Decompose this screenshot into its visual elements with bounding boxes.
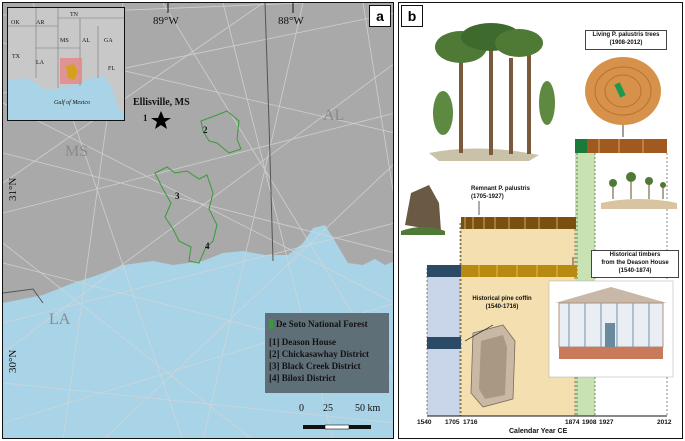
- coffin-label: Historical pine coffin (1540-1716): [467, 295, 537, 313]
- scale-label-25: 25: [323, 403, 333, 414]
- tick-1716: 1716: [463, 419, 478, 426]
- ellisville-star-icon: [151, 111, 171, 129]
- timbers-years: (1540-1874): [618, 268, 652, 274]
- district-number-2: 2: [203, 125, 208, 135]
- panel-a-map: OK AR TN TX LA MS AL GA FL Gulf of Mexic…: [2, 2, 394, 439]
- scale-label-50: 50 km: [355, 403, 381, 414]
- legend-item-1: [1] Deason House: [269, 337, 336, 347]
- living-years: (1908-2012): [609, 40, 643, 46]
- remnant-title: Remnant P. palustris: [471, 186, 530, 192]
- state-label-al: AL: [323, 107, 345, 124]
- seedlings-illustration: [601, 172, 677, 209]
- pine-coffin-illustration: [470, 324, 516, 408]
- legend-item-3: [3] Black Creek District: [269, 361, 361, 371]
- panel-b-timeline: b Living P. palustris trees (1908-2012) …: [398, 2, 683, 439]
- tree-cross-section: [585, 57, 661, 137]
- tick-1874: 1874: [565, 419, 580, 426]
- inset-state-ms: MS: [60, 38, 69, 44]
- inset-state-fl: FL: [108, 66, 116, 72]
- living-title: Living P. palustris trees: [592, 32, 660, 38]
- district-number-3: 3: [175, 191, 180, 201]
- lat-30-label: 30°N: [7, 349, 19, 373]
- legend-item-4: [4] Biloxi District: [269, 373, 336, 383]
- remnant-years: (1705-1927): [471, 194, 504, 200]
- inset-state-ga: GA: [104, 38, 113, 44]
- legend-item-2: [2] Chickasawhay District: [269, 349, 369, 359]
- site-number-1: 1: [143, 113, 148, 123]
- tick-1927: 1927: [599, 419, 614, 426]
- timbers-line2: from the Deason House: [601, 260, 669, 266]
- axis-title: Calendar Year CE: [509, 428, 568, 435]
- coffin-title: Historical pine coffin: [472, 296, 532, 302]
- panel-b-label: b: [401, 5, 423, 27]
- inset-state-al: AL: [82, 38, 90, 44]
- lon-89-label: 89°W: [153, 15, 179, 27]
- district-number-4: 4: [205, 241, 210, 251]
- tick-1705: 1705: [445, 419, 460, 426]
- ellisville-label: Ellisville, MS: [133, 97, 190, 108]
- pine-trees-illustration: [429, 23, 555, 161]
- state-label-la: LA: [49, 311, 71, 328]
- inset-state-ok: OK: [11, 20, 20, 26]
- coffin-years: (1540-1716): [485, 304, 519, 310]
- lon-88-label: 88°W: [278, 15, 304, 27]
- inset-gulf-label: Gulf of Mexico: [54, 100, 90, 106]
- forest-swatch: [269, 319, 273, 329]
- inset-map: OK AR TN TX LA MS AL GA FL Gulf of Mexic…: [7, 7, 125, 121]
- legend-title: De Soto National Forest: [276, 319, 368, 329]
- map-legend: De Soto National Forest [1] Deason House…: [265, 313, 389, 393]
- tick-2012: 2012: [657, 419, 672, 426]
- panel-a-label: a: [369, 5, 391, 27]
- lat-31-label: 31°N: [7, 177, 19, 201]
- remnant-label: Remnant P. palustris (1705-1927): [471, 185, 551, 203]
- ms-al-border: [264, 3, 274, 262]
- scale-bar: [303, 424, 371, 430]
- inset-state-la: LA: [36, 60, 44, 66]
- inset-state-ar: AR: [36, 20, 45, 26]
- pine-stump-illustration: [401, 185, 445, 235]
- scale-label-0: 0: [299, 403, 304, 414]
- timeline-canvas: [401, 23, 677, 417]
- tick-1540: 1540: [417, 419, 432, 426]
- living-trees-label: Living P. palustris trees (1908-2012): [585, 30, 667, 50]
- inset-state-tx: TX: [12, 54, 20, 60]
- timbers-title: Historical timbers: [609, 252, 661, 258]
- inset-state-tn: TN: [70, 12, 78, 18]
- state-label-ms: MS: [65, 143, 89, 160]
- timbers-label: Historical timbers from the Deason House…: [591, 250, 679, 278]
- deason-house-illustration: [548, 280, 674, 378]
- tick-1908: 1908: [582, 419, 597, 426]
